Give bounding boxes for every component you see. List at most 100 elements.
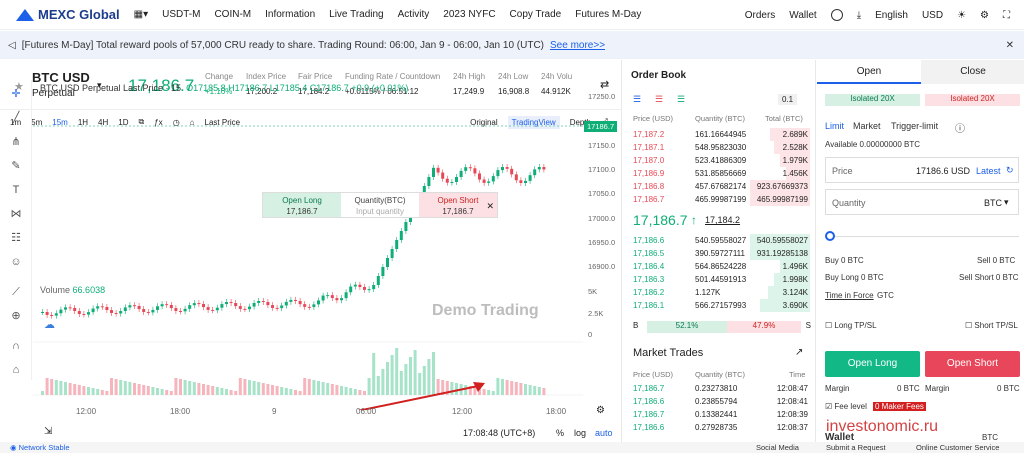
- apps-grid-icon[interactable]: ▦▾: [134, 9, 148, 20]
- trade-row: 17,186.7 0.13382441 12:08:39: [633, 410, 808, 419]
- unit-chevron-icon[interactable]: ▾: [1004, 197, 1009, 208]
- quantity-input[interactable]: Quantity BTC ▾: [825, 189, 1019, 215]
- fullscreen-icon[interactable]: ⛶: [1003, 10, 1010, 21]
- col-quantity: Quantity (BTC): [695, 114, 746, 123]
- book-asks-icon[interactable]: ☰: [655, 94, 663, 105]
- candle: [174, 308, 178, 311]
- magnet-icon[interactable]: ∩: [10, 340, 22, 352]
- book-both-icon[interactable]: ☰: [633, 94, 641, 105]
- candle: [128, 305, 132, 308]
- tab-close[interactable]: Close: [921, 60, 1024, 84]
- latest-button[interactable]: Latest: [976, 166, 1001, 176]
- leverage-slider[interactable]: [825, 236, 1019, 237]
- nav-information[interactable]: Information: [265, 9, 315, 20]
- quick-open-short-button[interactable]: Open Short 17,186.7: [419, 193, 497, 217]
- orderbook-row[interactable]: 17,186.1 566.27157993 3.690K: [623, 299, 816, 312]
- nav-copy-trade[interactable]: Copy Trade: [510, 9, 562, 20]
- date-range-icon[interactable]: ⇲: [44, 426, 52, 437]
- pitchfork-icon[interactable]: ⋔: [10, 136, 22, 148]
- chart-settings-icon[interactable]: ⚙: [596, 405, 605, 416]
- info-icon[interactable]: ⓘ: [955, 120, 965, 135]
- percent-toggle[interactable]: %: [556, 428, 564, 438]
- lock-icon[interactable]: ⌂: [10, 364, 22, 376]
- isolated-short[interactable]: Isolated 20X: [925, 94, 1020, 106]
- brush-icon[interactable]: ✎: [10, 160, 22, 172]
- type-trigger-limit[interactable]: Trigger-limit: [891, 121, 938, 131]
- orderbook-row[interactable]: 17,186.4 564.86524228 1.496K: [623, 260, 816, 273]
- orderbook-row[interactable]: 17,186.9 531.85856669 1.456K: [623, 167, 816, 180]
- orderbook-row[interactable]: 17,187.1 548.95823030 2.528K: [623, 141, 816, 154]
- auto-toggle[interactable]: auto: [595, 428, 613, 438]
- orderbook-row[interactable]: 17,186.7 465.99987199 465.99987199: [623, 193, 816, 206]
- cloud-icon[interactable]: ☁: [44, 318, 55, 331]
- user-icon[interactable]: [830, 9, 843, 21]
- nav-language[interactable]: English: [875, 10, 908, 21]
- nav-orders[interactable]: Orders: [745, 10, 776, 21]
- demo-trading-watermark: Demo Trading: [432, 302, 539, 319]
- candle: [123, 307, 127, 312]
- popup-close-icon[interactable]: ✕: [486, 201, 494, 212]
- submit-request-link[interactable]: Submit a Request: [826, 443, 886, 452]
- zoom-icon[interactable]: ⊕: [10, 310, 22, 322]
- nav-coin-m[interactable]: COIN-M: [214, 9, 251, 20]
- orderbook-row[interactable]: 17,186.5 390.59727111 931.19285138: [623, 247, 816, 260]
- trendline-icon[interactable]: ╱: [10, 112, 22, 124]
- text-icon[interactable]: T: [10, 184, 22, 196]
- quick-quantity-input[interactable]: Quantity(BTC) Input quantity: [341, 193, 419, 217]
- candlestick-chart[interactable]: [33, 80, 583, 410]
- precision-select[interactable]: 0.1: [778, 94, 798, 105]
- nav-wallet[interactable]: Wallet: [789, 10, 816, 21]
- open-long-button[interactable]: Open Long: [825, 351, 920, 377]
- open-short-button[interactable]: Open Short: [925, 351, 1020, 377]
- volume-bar: [326, 383, 330, 395]
- long-tpsl-checkbox[interactable]: ☐ Long TP/SL: [825, 321, 877, 330]
- download-icon[interactable]: ⤓: [857, 10, 861, 21]
- isolated-long[interactable]: Isolated 20X: [825, 94, 920, 106]
- ruler-icon[interactable]: ⟋: [10, 286, 22, 298]
- orderbook-row[interactable]: 17,186.2 1.127K 3.124K: [623, 286, 816, 299]
- settings-icon[interactable]: ⚙: [980, 10, 989, 21]
- type-market[interactable]: Market: [853, 121, 881, 131]
- nav-currency[interactable]: USD: [922, 10, 943, 21]
- fee-checkbox[interactable]: ☑ Fee level: [825, 402, 867, 411]
- book-bids-icon[interactable]: ☰: [677, 94, 685, 105]
- nav-activity[interactable]: Activity: [398, 9, 430, 20]
- theme-sun-icon[interactable]: ☀: [957, 10, 966, 21]
- see-more-link[interactable]: See more>>: [550, 40, 605, 51]
- candle: [252, 302, 256, 307]
- nav-nyfc[interactable]: 2023 NYFC: [443, 9, 495, 20]
- close-icon[interactable]: ✕: [1006, 40, 1014, 51]
- price-input[interactable]: Price 17186.6 USD Latest ↻: [825, 157, 1019, 183]
- refresh-icon[interactable]: ↻: [1006, 165, 1014, 176]
- x-tick: 18:00: [546, 407, 567, 416]
- emoji-icon[interactable]: ☺: [10, 256, 22, 268]
- nav-futures-mday[interactable]: Futures M-Day: [575, 9, 641, 20]
- short-tpsl-checkbox[interactable]: ☐ Short TP/SL: [965, 321, 1018, 330]
- log-toggle[interactable]: log: [574, 428, 586, 438]
- type-limit[interactable]: Limit: [825, 121, 844, 131]
- orderbook-row[interactable]: 17,186.3 501.44591913 1.998K: [623, 273, 816, 286]
- customer-service-link[interactable]: Online Customer Service: [916, 443, 999, 452]
- crosshair-icon[interactable]: ✛: [10, 88, 22, 100]
- tab-open[interactable]: Open: [817, 60, 921, 84]
- sliders-icon[interactable]: ⇄: [600, 78, 609, 91]
- social-media-link[interactable]: Social Media: [756, 443, 799, 452]
- volume-bar: [238, 378, 242, 395]
- time-in-force-select[interactable]: GTC: [877, 291, 894, 300]
- candle: [114, 312, 118, 314]
- volume-bar: [252, 381, 256, 395]
- mexc-logo[interactable]: MEXC Global: [16, 7, 120, 22]
- trades-chart-icon[interactable]: ↗: [795, 347, 803, 358]
- slider-handle[interactable]: [825, 231, 835, 241]
- nav-live-trading[interactable]: Live Trading: [329, 9, 383, 20]
- wallet-unit[interactable]: BTC: [982, 433, 998, 442]
- quick-open-long-button[interactable]: Open Long 17,186.7: [263, 193, 341, 217]
- orderbook-row[interactable]: 17,187.0 523.41886309 1.979K: [623, 154, 816, 167]
- nav-usdt-m[interactable]: USDT-M: [162, 9, 200, 20]
- orderbook-row[interactable]: 17,186.6 540.59558027 540.59558027: [623, 234, 816, 247]
- candle: [510, 168, 514, 175]
- orderbook-row[interactable]: 17,187.2 161.16644945 2.689K: [623, 128, 816, 141]
- orderbook-row[interactable]: 17,186.8 457.67682174 923.67669373: [623, 180, 816, 193]
- measure-icon[interactable]: ☷: [10, 232, 22, 244]
- pattern-icon[interactable]: ⋈: [10, 208, 22, 220]
